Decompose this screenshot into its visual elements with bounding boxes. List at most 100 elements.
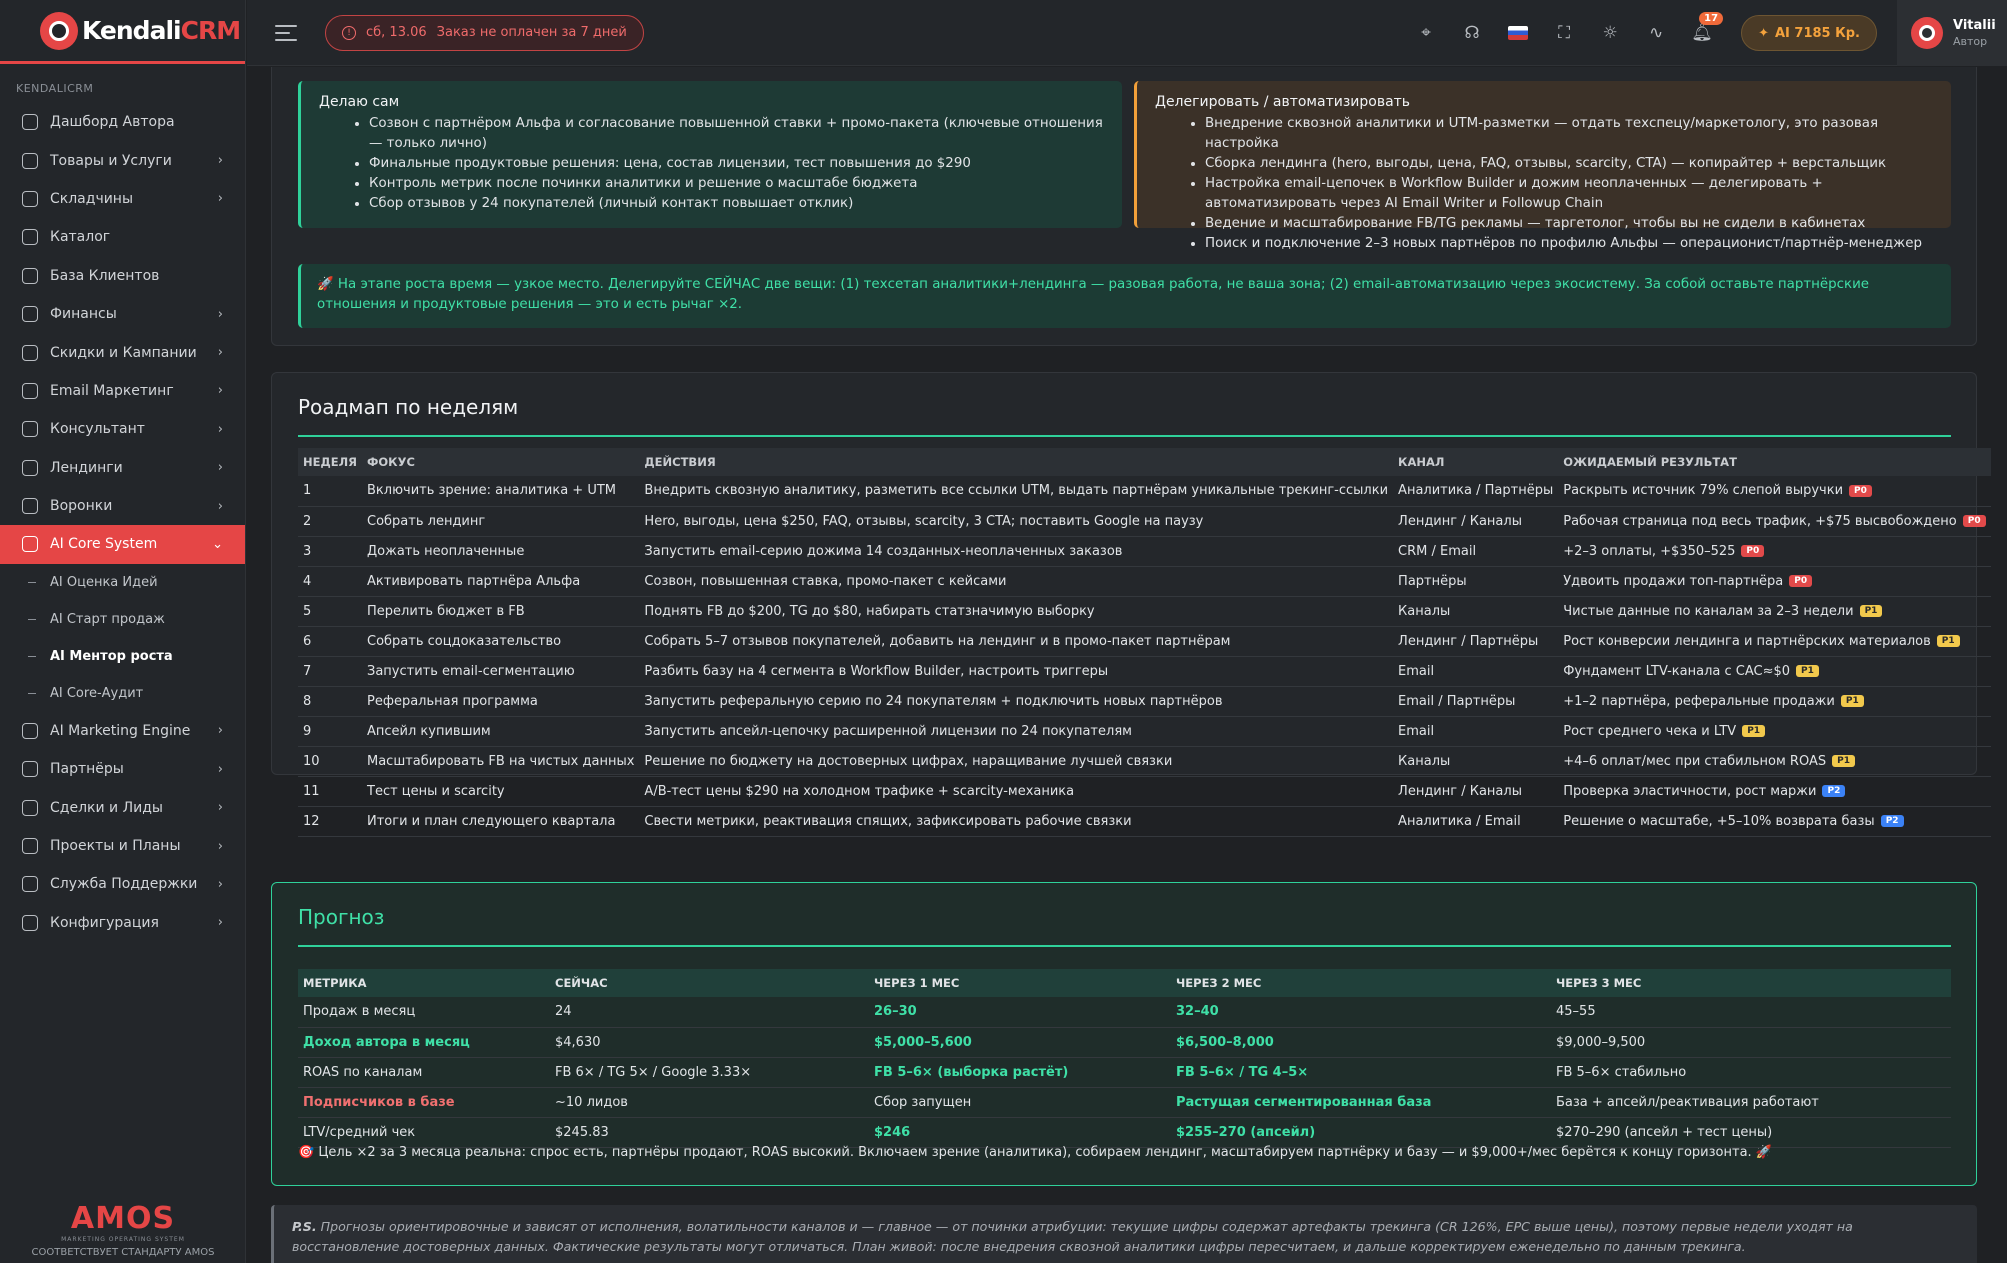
- sidebar-item-7[interactable]: Email Маркетинг ›: [0, 372, 245, 410]
- column-header: ЧЕРЕЗ 2 МЕС: [1171, 969, 1551, 997]
- sidebar-subitem-1[interactable]: AI Старт продаж: [0, 601, 245, 638]
- table-cell: Итоги и план следующего квартала: [362, 806, 640, 837]
- chevron-right-icon: ›: [217, 876, 223, 892]
- sidebar-item-after-5[interactable]: Конфигурация ›: [0, 904, 245, 942]
- list-item: Внедрение сквозной аналитики и UTM-разме…: [1205, 114, 1933, 154]
- language-flag-icon[interactable]: [1507, 22, 1529, 44]
- table-cell: Проверка эластичности, рост маржи P2: [1558, 776, 1991, 807]
- table-cell: FB 5–6× / TG 4–5×: [1171, 1057, 1551, 1088]
- table-row: 12 Итоги и план следующего квартала Свести…: [298, 806, 1991, 837]
- location-icon[interactable]: ⌖: [1415, 22, 1437, 44]
- sidebar-item-9[interactable]: Лендинги ›: [0, 449, 245, 487]
- theme-sun-icon[interactable]: ☼: [1599, 22, 1621, 44]
- table-cell: $5,000–5,600: [869, 1027, 1171, 1058]
- sidebar-item-11[interactable]: AI Core System ⌄: [0, 525, 245, 564]
- sidebar-subitem-2[interactable]: AI Ментор роста: [0, 638, 245, 675]
- sidebar-item-label: Лендинги: [50, 459, 123, 476]
- chevron-right-icon: ›: [217, 460, 223, 476]
- sidebar-section-label: KENDALICRM: [16, 82, 94, 95]
- table-cell: Тест цены и scarcity: [362, 776, 640, 807]
- sidebar-item-after-0[interactable]: AI Marketing Engine ›: [0, 712, 245, 750]
- list-item: Поиск и подключение 2–3 новых партнёров …: [1205, 234, 1933, 254]
- list-item: Контроль метрик после починки аналитики …: [369, 174, 1104, 194]
- priority-badge: P0: [1849, 484, 1872, 497]
- table-row: 3 Дожать неоплаченные Запустить email-сери…: [298, 536, 1991, 567]
- table-cell: Лендинг / Каналы: [1393, 506, 1559, 537]
- table-cell: Запустить апсейл-цепочку расширенной лиц…: [639, 716, 1394, 747]
- table-row: 7 Запустить email-сегментацию Разбить базу…: [298, 656, 1991, 687]
- sidebar-item-2[interactable]: Складчины ›: [0, 180, 245, 218]
- list-item: Созвон с партнёром Альфа и согласование …: [369, 114, 1104, 154]
- table-cell: $270–290 (апсейл + тест цены): [1551, 1117, 1951, 1148]
- sidebar-item-after-1[interactable]: Партнёры ›: [0, 750, 245, 788]
- table-cell: Партнёры: [1393, 566, 1559, 597]
- table-row: Продаж в месяц 24 26–30 32–40 45–55: [298, 997, 1951, 1028]
- amos-footer: AMOS MARKETING OPERATING SYSTEM СООТВЕТС…: [0, 1193, 246, 1263]
- amos-tagline: MARKETING OPERATING SYSTEM: [61, 1236, 185, 1243]
- table-cell: $9,000–9,500: [1551, 1027, 1951, 1058]
- table-cell: Запустить реферальную серию по 24 покупа…: [639, 686, 1394, 717]
- forecast-goal-note: 🎯 Цель ×2 за 3 месяца реальна: спрос ест…: [298, 1145, 1772, 1160]
- rocket-icon: [22, 722, 38, 739]
- brand-logo[interactable]: KendaliCRM: [0, 0, 245, 64]
- sparkle-icon: ✦: [1758, 25, 1769, 41]
- sidebar-item-after-2[interactable]: Сделки и Лиды ›: [0, 788, 245, 826]
- chevron-right-icon: ›: [217, 800, 223, 816]
- priority-badge: P1: [1859, 605, 1883, 617]
- sidebar-item-4[interactable]: База Клиентов: [0, 257, 245, 295]
- table-cell: Запустить email-сегментацию: [362, 656, 640, 687]
- support-icon: [22, 876, 38, 893]
- sparkle-icon: [22, 536, 38, 553]
- table-cell: Email / Партнёры: [1393, 686, 1559, 717]
- column-header: КАНАЛ: [1393, 448, 1559, 476]
- activity-icon[interactable]: ∿: [1645, 22, 1667, 44]
- logo-icon: [40, 11, 78, 50]
- table-cell: Внедрить сквозную аналитику, разметить в…: [639, 476, 1394, 507]
- table-cell: База + апсейл/реактивация работают: [1551, 1087, 1951, 1118]
- ai-credits-button[interactable]: ✦ AI 7185 Кр.: [1741, 15, 1877, 51]
- user-menu[interactable]: Vitalii Автор: [1897, 0, 2007, 66]
- sidebar-subitem-label: AI Ментор роста: [50, 648, 173, 664]
- unpaid-order-alert[interactable]: ! сб, 13.06 Заказ не оплачен за 7 дней: [325, 14, 644, 51]
- table-cell: LTV/средний чек: [298, 1117, 550, 1148]
- table-row: 9 Апсейл купившим Запустить апсейл-цепочку…: [298, 716, 1991, 747]
- alert-text: Заказ не оплачен за 7 дней: [436, 25, 627, 40]
- sidebar-item-6[interactable]: Скидки и Кампании ›: [0, 333, 245, 371]
- sidebar-item-after-3[interactable]: Проекты и Планы ›: [0, 827, 245, 865]
- sidebar-item-1[interactable]: Товары и Услуги ›: [0, 141, 245, 179]
- sidebar-subitem-0[interactable]: AI Оценка Идей: [0, 564, 245, 601]
- list-item: Ведение и масштабирование FB/TG рекламы …: [1205, 214, 1933, 234]
- sidebar-item-3[interactable]: Каталог: [0, 218, 245, 256]
- menu-toggle-icon[interactable]: [275, 24, 297, 41]
- fullscreen-icon[interactable]: ⛶: [1553, 22, 1575, 44]
- sidebar-item-after-4[interactable]: Служба Поддержки ›: [0, 865, 245, 903]
- dash-icon: [28, 618, 36, 620]
- table-cell: Лендинг / Партнёры: [1393, 626, 1559, 657]
- avatar: [1911, 17, 1943, 49]
- table-cell: Раскрыть источник 79% слепой выручки P0: [1558, 476, 1991, 507]
- column-header: ОЖИДАЕМЫЙ РЕЗУЛЬТАТ: [1558, 448, 1991, 476]
- table-row: 4 Активировать партнёра Альфа Созвон, повы…: [298, 566, 1991, 597]
- layout-icon: [22, 459, 38, 476]
- sidebar-item-10[interactable]: Воронки ›: [0, 487, 245, 525]
- table-cell: Сбор запущен: [869, 1087, 1171, 1118]
- topbar: ! сб, 13.06 Заказ не оплачен за 7 дней ⌖…: [247, 0, 2007, 66]
- table-cell: Рост конверсии лендинга и партнёрских ма…: [1558, 626, 1991, 657]
- sidebar-subitem-3[interactable]: AI Core-Аудит: [0, 675, 245, 712]
- table-cell: Реферальная программа: [362, 686, 640, 717]
- table-cell: Рабочая страница под весь трафик, +$75 в…: [1558, 506, 1991, 537]
- priority-badge: P0: [1741, 545, 1765, 557]
- sidebar-item-5[interactable]: Финансы ›: [0, 295, 245, 333]
- table-cell: Свести метрики, реактивация спящих, зафи…: [639, 806, 1394, 837]
- funnel-icon: [22, 498, 38, 515]
- sidebar-item-label: Складчины: [50, 190, 134, 207]
- sidebar-item-8[interactable]: Консультант ›: [0, 410, 245, 448]
- sidebar-item-0[interactable]: Дашборд Автора: [0, 103, 245, 141]
- bell-icon[interactable]: 🔔︎ 17: [1691, 12, 1724, 44]
- table-cell: Включить зрение: аналитика + UTM: [362, 476, 640, 507]
- headset-icon[interactable]: ☊: [1461, 22, 1483, 44]
- roadmap-table: НЕДЕЛЯ ФОКУС ДЕЙСТВИЯ КАНАЛ ОЖИДАЕМЫЙ РЕЗУЛЬ…: [298, 448, 1991, 837]
- box-icon: [22, 152, 38, 169]
- table-cell: ~10 лидов: [550, 1087, 869, 1118]
- table-cell: Лендинг / Каналы: [1393, 776, 1559, 807]
